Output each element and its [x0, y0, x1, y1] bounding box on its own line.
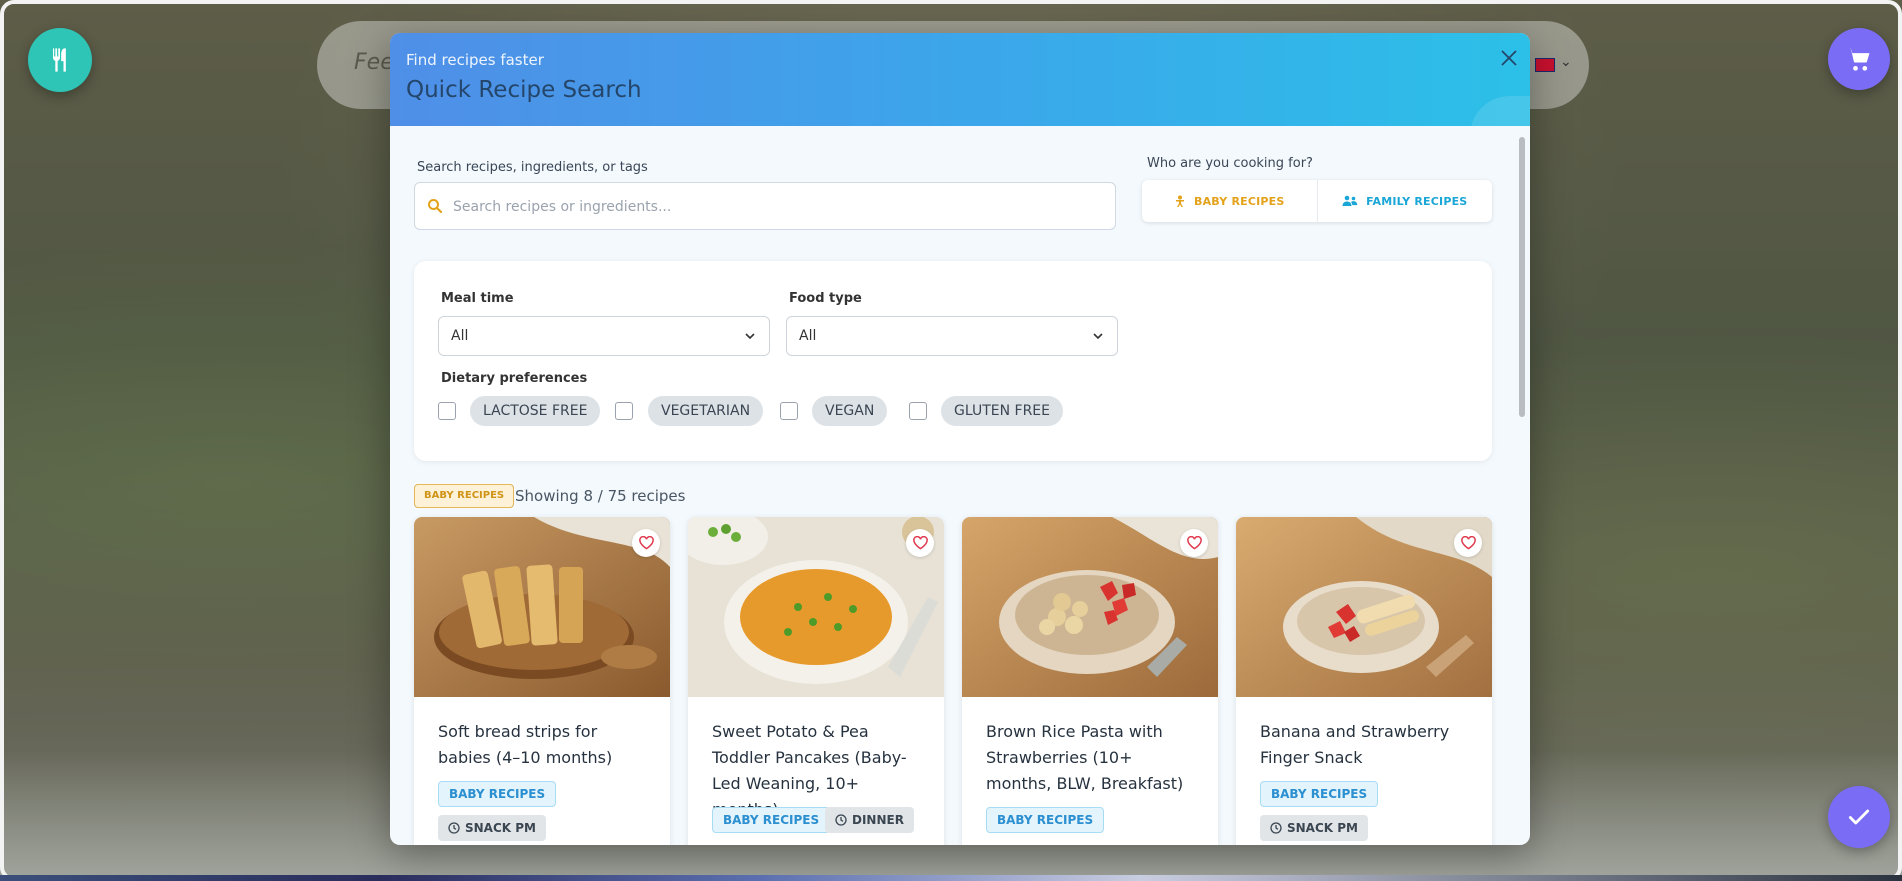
- lactose-free-checkbox[interactable]: [438, 402, 456, 420]
- family-recipes-label: FAMILY RECIPES: [1366, 194, 1468, 208]
- modal-header: Find recipes faster Quick Recipe Search: [390, 33, 1530, 136]
- modal-subtitle: Find recipes faster: [406, 51, 544, 69]
- filter-panel: Meal time All Food type All Dietary pref…: [414, 261, 1492, 461]
- recipe-meal-tag: SNACK PM: [1260, 815, 1368, 841]
- clock-icon: [1270, 822, 1282, 834]
- food-type-select[interactable]: All: [786, 316, 1118, 356]
- heart-icon: [912, 536, 928, 550]
- food-type-label: Food type: [789, 291, 862, 306]
- gluten-free-checkbox[interactable]: [909, 402, 927, 420]
- scrollbar-thumb[interactable]: [1519, 137, 1525, 417]
- recipe-tag-baby: BABY RECIPES: [1260, 781, 1379, 807]
- family-icon: [1342, 195, 1358, 206]
- gluten-free-pill[interactable]: GLUTEN FREE: [941, 396, 1063, 426]
- search-box[interactable]: [414, 182, 1116, 231]
- favorite-button[interactable]: [632, 529, 660, 557]
- active-audience-badge: BABY RECIPES: [414, 484, 515, 508]
- chevron-down-icon: [745, 333, 755, 340]
- language-flag-icon[interactable]: [1535, 58, 1555, 72]
- favorite-button[interactable]: [1180, 529, 1208, 557]
- vegetarian-pill[interactable]: VEGETARIAN: [648, 396, 764, 426]
- modal-title: Quick Recipe Search: [406, 77, 642, 103]
- clock-icon: [835, 814, 847, 826]
- recipe-card[interactable]: Soft bread strips for babies (4–10 month…: [414, 517, 670, 845]
- taskbar-strip: [0, 875, 1902, 881]
- check-icon: [1848, 809, 1870, 825]
- close-icon: [1501, 50, 1517, 66]
- search-label: Search recipes, ingredients, or tags: [417, 160, 648, 175]
- food-type-value: All: [799, 328, 817, 344]
- clock-icon: [448, 822, 460, 834]
- meal-time-select[interactable]: All: [438, 316, 770, 356]
- recipe-title[interactable]: Banana and Strawberry Finger Snack: [1260, 719, 1475, 771]
- meal-time-label: Meal time: [441, 291, 514, 306]
- audience-toggle: BABY RECIPES FAMILY RECIPES: [1142, 180, 1492, 222]
- recipe-search-modal: Find recipes faster Quick Recipe Search …: [390, 33, 1530, 845]
- heart-icon: [638, 536, 654, 550]
- recipe-meal-label: SNACK PM: [465, 821, 536, 835]
- header-decoration: [1470, 96, 1530, 136]
- vegan-checkbox[interactable]: [780, 402, 798, 420]
- baby-recipes-label: BABY RECIPES: [1193, 194, 1285, 208]
- family-recipes-button[interactable]: FAMILY RECIPES: [1318, 180, 1493, 222]
- utensils-icon: [53, 48, 66, 72]
- recipe-card[interactable]: Brown Rice Pasta with Strawberries (10+ …: [962, 517, 1218, 845]
- recipe-tag-baby: BABY RECIPES: [712, 807, 831, 833]
- favorite-button[interactable]: [1454, 529, 1482, 557]
- recipe-card[interactable]: Sweet Potato & Pea Toddler Pancakes (Bab…: [688, 517, 944, 845]
- meal-time-value: All: [451, 328, 469, 344]
- baby-icon: [1175, 195, 1184, 207]
- recipe-meal-label: SNACK PM: [1287, 821, 1358, 835]
- confirm-fab-button[interactable]: [1828, 786, 1890, 848]
- close-button[interactable]: [1494, 43, 1524, 73]
- recipe-meal-label: DINNER: [852, 813, 904, 827]
- audience-label: Who are you cooking for?: [1147, 156, 1313, 171]
- recipe-meal-tag: DINNER: [825, 807, 914, 833]
- baby-recipes-button[interactable]: BABY RECIPES: [1142, 180, 1318, 222]
- results-count: Showing 8 / 75 recipes: [515, 487, 686, 505]
- chevron-down-icon[interactable]: ⌄: [1560, 54, 1572, 70]
- vegan-pill[interactable]: VEGAN: [812, 396, 888, 426]
- recipe-card[interactable]: Banana and Strawberry Finger Snack BABY …: [1236, 517, 1492, 845]
- heart-icon: [1186, 536, 1202, 550]
- search-input[interactable]: [451, 183, 1095, 231]
- recipe-tag-baby: BABY RECIPES: [986, 807, 1105, 833]
- chevron-down-icon: [1093, 333, 1103, 340]
- recipe-meal-tag: SNACK PM: [438, 815, 546, 841]
- recipe-title[interactable]: Soft bread strips for babies (4–10 month…: [438, 719, 653, 771]
- dietary-label: Dietary preferences: [441, 371, 588, 386]
- cart-fab-button[interactable]: [1828, 28, 1890, 90]
- vegetarian-checkbox[interactable]: [615, 402, 633, 420]
- favorite-button[interactable]: [906, 529, 934, 557]
- search-icon: [428, 199, 443, 214]
- lactose-free-pill[interactable]: LACTOSE FREE: [470, 396, 601, 426]
- menu-fab-button[interactable]: [28, 28, 92, 92]
- recipe-tag-baby: BABY RECIPES: [438, 781, 557, 807]
- recipe-title[interactable]: Brown Rice Pasta with Strawberries (10+ …: [986, 719, 1201, 797]
- heart-icon: [1460, 536, 1476, 550]
- cart-icon: [1848, 48, 1870, 71]
